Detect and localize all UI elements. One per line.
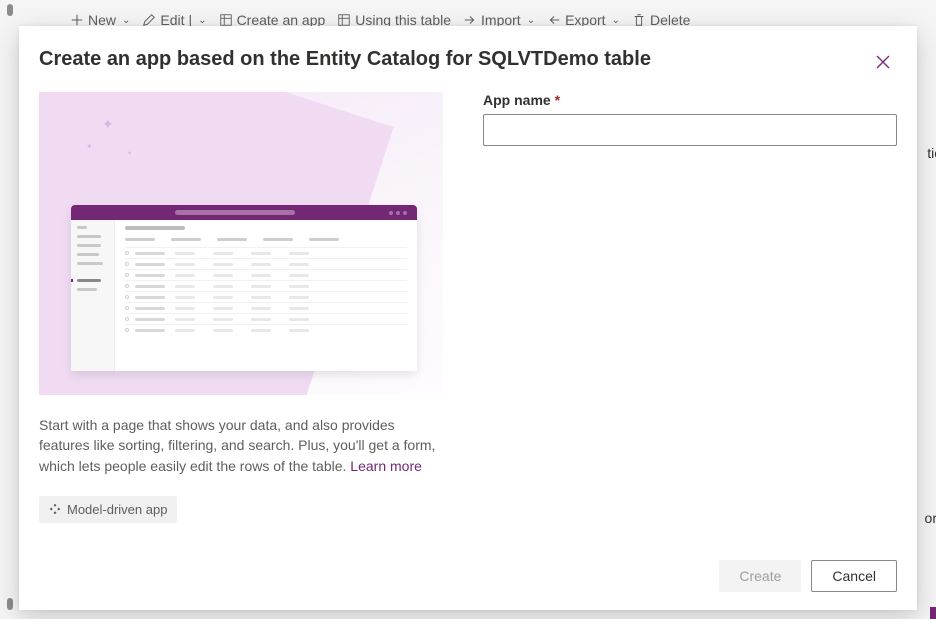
bg-clipped-text: tie	[927, 145, 936, 161]
create-button[interactable]: Create	[719, 560, 801, 592]
cancel-button[interactable]: Cancel	[811, 560, 897, 592]
app-name-input[interactable]	[483, 114, 897, 146]
export-icon	[547, 13, 561, 27]
grid-icon	[337, 13, 351, 27]
bg-clipped-text: ors	[925, 510, 936, 526]
create-app-dialog: Create an app based on the Entity Catalo…	[19, 26, 917, 610]
illustration: ✦ ✦ ✦	[39, 92, 443, 395]
dialog-title: Create an app based on the Entity Catalo…	[39, 48, 651, 71]
import-icon	[463, 13, 477, 27]
grid-icon	[219, 13, 233, 27]
trash-icon	[632, 13, 646, 27]
learn-more-link[interactable]: Learn more	[350, 458, 422, 474]
badge-label: Model-driven app	[67, 502, 167, 517]
close-icon	[876, 55, 890, 69]
close-button[interactable]	[869, 48, 897, 76]
app-type-badge: Model-driven app	[39, 496, 177, 523]
plus-icon	[70, 13, 84, 27]
pencil-icon	[142, 13, 156, 27]
description: Start with a page that shows your data, …	[39, 415, 443, 476]
app-name-label: App name *	[483, 92, 897, 108]
model-driven-icon	[49, 503, 61, 515]
